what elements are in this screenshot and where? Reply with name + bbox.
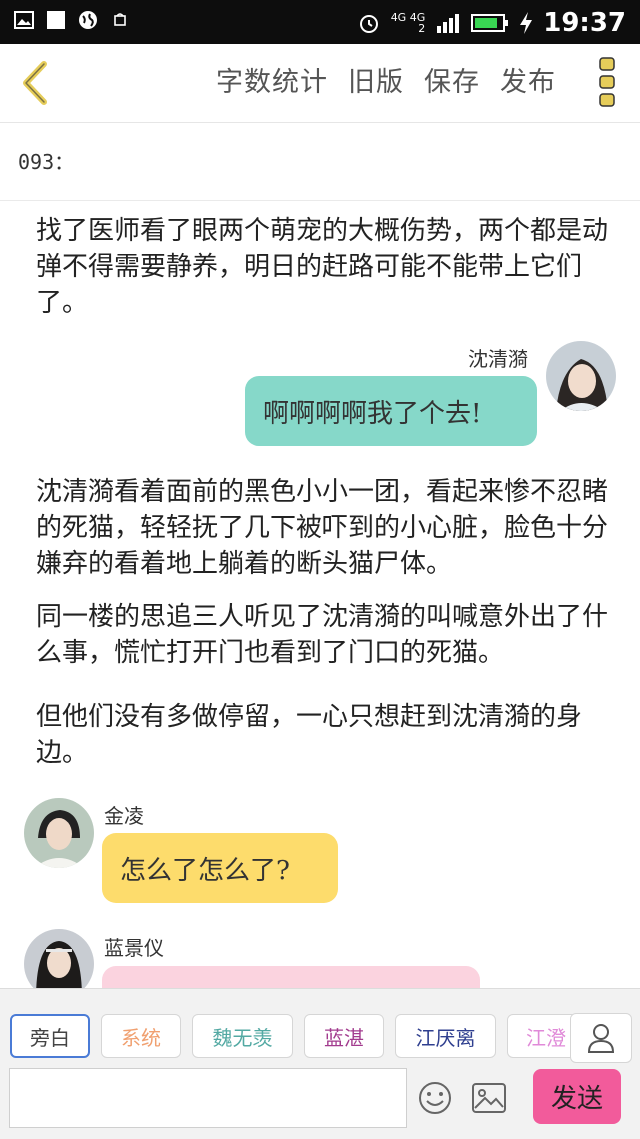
role-chip-lan-zhan[interactable]: 蓝湛 xyxy=(304,1014,384,1058)
chat-message: 怎么了怎么了? xyxy=(120,855,290,886)
old-version-button[interactable]: 旧版 xyxy=(348,60,404,99)
network-indicator: 4G 4G 2 xyxy=(391,12,426,34)
avatar[interactable] xyxy=(24,929,94,988)
save-button[interactable]: 保存 xyxy=(424,60,480,99)
role-chip-wei-wuxian[interactable]: 魏无羡 xyxy=(192,1014,293,1058)
send-label: 发送 xyxy=(550,1084,603,1114)
chat-bubble xyxy=(102,966,480,988)
character-manager-button[interactable] xyxy=(570,1013,632,1063)
avatar[interactable] xyxy=(546,341,616,411)
chapter-title-field[interactable]: 093： xyxy=(0,122,640,201)
send-button[interactable]: 发送 xyxy=(533,1069,621,1124)
role-label: 旁白 xyxy=(30,1025,70,1050)
charging-icon xyxy=(520,12,533,34)
network-sim: 2 xyxy=(418,22,426,35)
word-count-button[interactable]: 字数统计 xyxy=(216,60,328,99)
signal-icon xyxy=(437,14,460,33)
role-label: 江厌离 xyxy=(415,1025,476,1050)
more-vertical-icon[interactable] xyxy=(598,56,618,108)
chapter-title: 093： xyxy=(18,150,75,174)
role-label: 魏无羡 xyxy=(212,1025,273,1050)
shop-icon xyxy=(114,13,126,26)
role-chip-narrator[interactable]: 旁白 xyxy=(10,1014,90,1058)
image-icon[interactable] xyxy=(472,1083,506,1113)
speaker-name: 沈清漪 xyxy=(468,347,528,371)
speaker-name: 金凌 xyxy=(104,804,144,828)
battery-icon xyxy=(471,14,509,32)
status-bar: 4G 4G 2 19:37 xyxy=(0,0,640,44)
alarm-icon xyxy=(359,15,378,33)
chat-bubble: 啊啊啊啊我了个去! xyxy=(245,376,537,446)
globe-icon xyxy=(79,11,97,29)
clock: 19:37 xyxy=(543,8,626,38)
smiley-icon[interactable] xyxy=(418,1081,452,1115)
toolbar-actions: 字数统计 旧版 保存 发布 xyxy=(216,60,556,99)
role-selector: 旁白 系统 魏无羡 蓝湛 江厌离 江澄 xyxy=(10,1014,577,1058)
editor-toolbar: 字数统计 旧版 保存 发布 xyxy=(0,44,640,123)
story-content[interactable]: 找了医师看了眼两个萌宠的大概伤势，两个都是动弹不得需要静养，明日的赶路可能不能带… xyxy=(0,201,640,988)
narration-paragraph: 但他们没有多做停留，一心只想赶到沈清漪的身边。 xyxy=(36,702,583,768)
role-chip-jiang-cheng[interactable]: 江澄 xyxy=(507,1014,577,1058)
role-label: 江澄 xyxy=(526,1025,566,1050)
narration-paragraph: 找了医师看了眼两个萌宠的大概伤势，两个都是动弹不得需要静养，明日的赶路可能不能带… xyxy=(36,216,609,318)
avatar[interactable] xyxy=(24,798,94,868)
narration-paragraph: 同一楼的思追三人听见了沈清漪的叫喊意外出了什么事，慌忙打开门也看到了门口的死猫。 xyxy=(36,602,609,668)
role-chip-system[interactable]: 系统 xyxy=(101,1014,181,1058)
chat-message: 啊啊啊啊我了个去! xyxy=(263,398,482,429)
composer-panel: 旁白 系统 魏无羡 蓝湛 江厌离 江澄 发送 xyxy=(0,988,640,1139)
publish-button[interactable]: 发布 xyxy=(500,60,556,99)
narration-paragraph: 沈清漪看着面前的黑色小小一团，看起来惨不忍睹的死猫，轻轻抚了几下被吓到的小心脏，… xyxy=(36,477,609,579)
status-right: 4G 4G 2 19:37 xyxy=(357,8,626,38)
speaker-name: 蓝景仪 xyxy=(104,936,164,960)
message-input[interactable] xyxy=(9,1068,407,1128)
square-icon xyxy=(47,11,65,29)
role-chip-jiang-yanli[interactable]: 江厌离 xyxy=(395,1014,496,1058)
chat-bubble: 怎么了怎么了? xyxy=(102,833,338,903)
status-left-icons xyxy=(14,10,130,30)
user-icon xyxy=(587,1024,615,1053)
role-label: 蓝湛 xyxy=(324,1025,364,1050)
chevron-left-icon[interactable] xyxy=(14,58,54,108)
image-icon xyxy=(14,11,34,29)
role-label: 系统 xyxy=(121,1025,161,1050)
